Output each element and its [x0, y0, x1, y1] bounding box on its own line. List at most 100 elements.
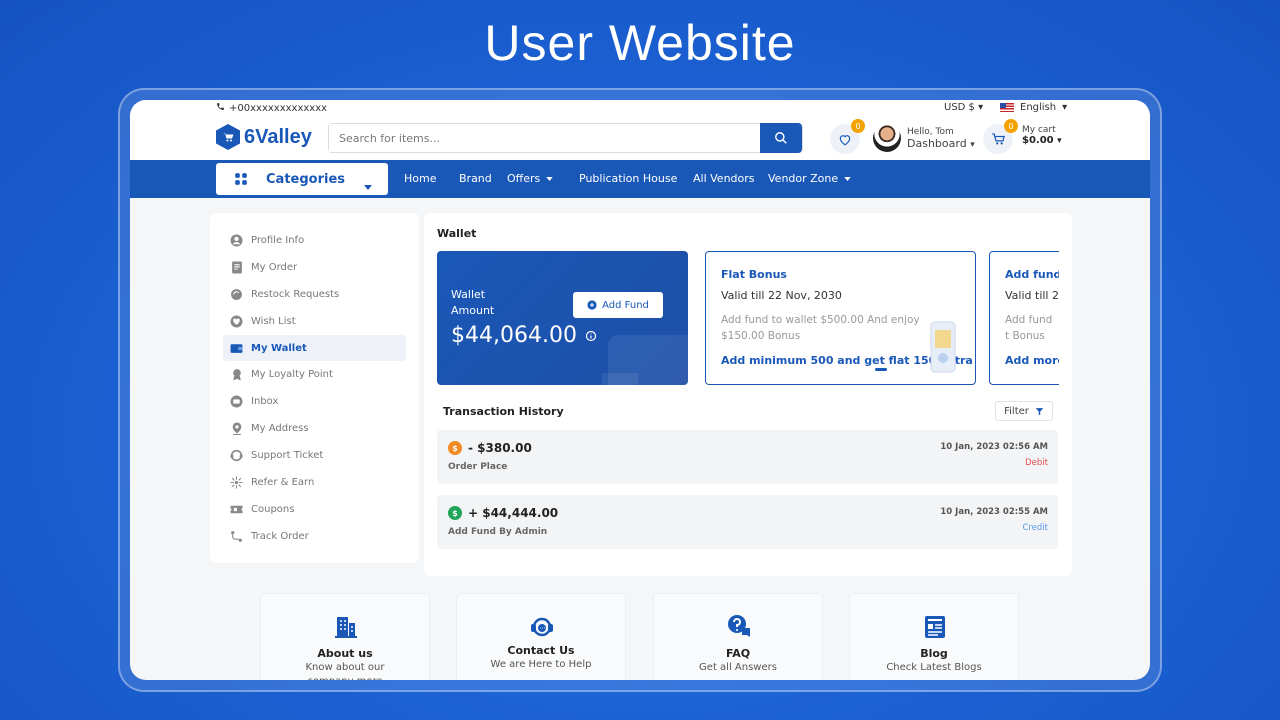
- site-header: 6Valley 0 Hello, Tom Dashboard ▾ 0 My ca…: [130, 116, 1150, 160]
- sidebar-item-label: My Wallet: [251, 342, 307, 354]
- footer-card-subtitle: Know about our company more: [305, 662, 385, 680]
- wallet-decoration: [602, 373, 638, 385]
- nav-publication-label: Publication House: [579, 172, 678, 185]
- nav-offers[interactable]: Offers: [507, 172, 553, 185]
- sidebar-item-my-order[interactable]: My Order: [223, 254, 406, 281]
- transaction-history-title: Transaction History: [443, 405, 564, 418]
- footer-card-about-us[interactable]: About us Know about our company more: [260, 593, 430, 680]
- sidebar-item-inbox[interactable]: Inbox: [223, 388, 406, 415]
- site-logo[interactable]: 6Valley: [216, 124, 312, 150]
- sidebar-item-label: Support Ticket: [251, 450, 324, 462]
- footer-card-title: Blog: [920, 647, 948, 660]
- heart-icon: [230, 315, 243, 328]
- nav-vendor-zone-label: Vendor Zone: [768, 172, 839, 185]
- carousel-indicator[interactable]: [875, 368, 887, 371]
- blog-icon: [922, 614, 948, 640]
- bonus-description: Add fund t Bonus: [1005, 314, 1053, 342]
- bonus-card[interactable]: Flat Bonus Valid till 22 Nov, 2030 Add f…: [705, 251, 976, 385]
- sidebar-item-refer-earn[interactable]: Refer & Earn: [223, 469, 406, 496]
- wallet-amount-card: Wallet Amount $44,064.00 Add Fund: [437, 251, 688, 385]
- transaction-row: $ + $44,444.00 Add Fund By Admin 10 Jan, 20…: [437, 495, 1058, 549]
- nav-brand-label: Brand: [459, 172, 492, 185]
- wallet-carousel: Wallet Amount $44,064.00 Add Fund Flat B…: [424, 213, 1059, 393]
- filter-label: Filter: [1004, 405, 1029, 417]
- phone-illustration-icon: [930, 321, 956, 373]
- add-fund-button[interactable]: Add Fund: [573, 292, 663, 318]
- sidebar-item-label: Restock Requests: [251, 288, 340, 300]
- sidebar-item-my-address[interactable]: My Address: [223, 415, 406, 442]
- plus-circle-icon: [587, 300, 597, 310]
- search-icon: [775, 132, 787, 144]
- info-icon[interactable]: [585, 330, 597, 342]
- currency-selector[interactable]: USD $ ▾: [944, 102, 983, 113]
- chevron-down-icon: ▾: [1057, 136, 1062, 146]
- add-fund-label: Add Fund: [602, 299, 649, 311]
- cart-summary[interactable]: My cart $0.00 ▾: [1022, 125, 1062, 146]
- footer-card-subtitle: Check Latest Blogs: [886, 662, 982, 673]
- language-label: English: [1020, 102, 1057, 113]
- sidebar-item-track-order[interactable]: Track Order: [223, 523, 406, 550]
- search-button[interactable]: [760, 123, 802, 153]
- currency-label: USD $: [944, 102, 975, 113]
- transaction-type: Credit: [1022, 523, 1048, 533]
- cart-button[interactable]: 0: [983, 119, 1018, 154]
- categories-button[interactable]: Categories: [216, 163, 388, 195]
- footer-card-contact-us[interactable]: Contact Us We are Here to Help: [456, 593, 626, 680]
- bonus-card[interactable]: Add fund b Valid till 26 Add fund t Bonu…: [989, 251, 1059, 385]
- heart-icon: [839, 134, 851, 145]
- nav-brand[interactable]: Brand: [459, 172, 492, 185]
- sidebar-item-label: Inbox: [251, 396, 279, 408]
- transaction-description: Add Fund By Admin: [448, 527, 548, 537]
- nav-offers-label: Offers: [507, 172, 541, 185]
- cart-count-badge: 0: [1004, 119, 1018, 133]
- building-icon: [333, 614, 359, 640]
- logo-cart-icon: [216, 124, 240, 150]
- sidebar-item-label: My Address: [251, 423, 309, 435]
- chat-icon: [230, 395, 243, 408]
- transaction-amount: - $380.00: [468, 441, 532, 455]
- search-input[interactable]: [329, 124, 749, 152]
- nav-vendors-label: All Vendors: [693, 172, 755, 185]
- sidebar-item-label: Profile Info: [251, 234, 305, 246]
- filter-button[interactable]: Filter: [995, 401, 1053, 421]
- support-icon: [230, 449, 243, 462]
- footer-card-title: About us: [317, 647, 373, 660]
- coin-icon: $: [448, 506, 462, 520]
- us-flag-icon: [1000, 103, 1014, 112]
- footer-card-faq[interactable]: FAQ Get all Answers: [653, 593, 823, 680]
- wallet-panel: Wallet Wallet Amount $44,064.00 Add Fund…: [424, 213, 1072, 576]
- language-selector[interactable]: English ▾: [1000, 102, 1067, 113]
- nav-home[interactable]: Home: [404, 172, 436, 185]
- filter-icon: [1035, 407, 1044, 415]
- transaction-row: $ - $380.00 Order Place 10 Jan, 2023 02:56 …: [437, 430, 1058, 484]
- footer-card-title: Contact Us: [507, 644, 575, 657]
- phone-contact[interactable]: +00xxxxxxxxxxxxx: [216, 102, 327, 114]
- nav-home-label: Home: [404, 172, 437, 185]
- nav-vendor-zone[interactable]: Vendor Zone: [768, 172, 851, 185]
- footer-card-blog[interactable]: Blog Check Latest Blogs: [849, 593, 1019, 680]
- faq-icon: [726, 614, 752, 640]
- sidebar-item-my-wallet[interactable]: My Wallet: [223, 334, 406, 362]
- sidebar-item-label: My Order: [251, 261, 298, 273]
- transaction-date: 10 Jan, 2023 02:56 AM: [940, 442, 1048, 452]
- wishlist-button[interactable]: 0: [830, 119, 865, 154]
- sidebar-item-wish-list[interactable]: Wish List: [223, 308, 406, 335]
- account-sidebar: Profile Info My Order Restock Requests Wish…: [210, 213, 419, 563]
- sidebar-item-profile-info[interactable]: Profile Info: [223, 227, 406, 254]
- bonus-validity: Valid till 26: [1005, 289, 1059, 302]
- website-screen: +00xxxxxxxxxxxxx USD $ ▾ English ▾ 6Vall…: [130, 100, 1150, 680]
- sidebar-item-my-loyalty-point[interactable]: My Loyalty Point: [223, 361, 406, 388]
- nav-all-vendors[interactable]: All Vendors: [693, 172, 755, 185]
- bonus-validity: Valid till 22 Nov, 2030: [721, 289, 842, 302]
- nav-publication-house[interactable]: Publication House: [579, 172, 677, 185]
- footer-card-title: FAQ: [725, 647, 751, 660]
- bonus-minimum: Add more: [1005, 354, 1059, 367]
- caret-down-icon: [546, 176, 553, 181]
- cart-total: $0.00: [1022, 135, 1054, 146]
- sidebar-item-restock-requests[interactable]: Restock Requests: [223, 281, 406, 308]
- user-menu[interactable]: Hello, Tom Dashboard ▾: [873, 124, 975, 152]
- transaction-description: Order Place: [448, 462, 508, 472]
- sidebar-item-support-ticket[interactable]: Support Ticket: [223, 442, 406, 469]
- sidebar-item-coupons[interactable]: Coupons: [223, 496, 406, 523]
- restock-icon: [230, 288, 243, 301]
